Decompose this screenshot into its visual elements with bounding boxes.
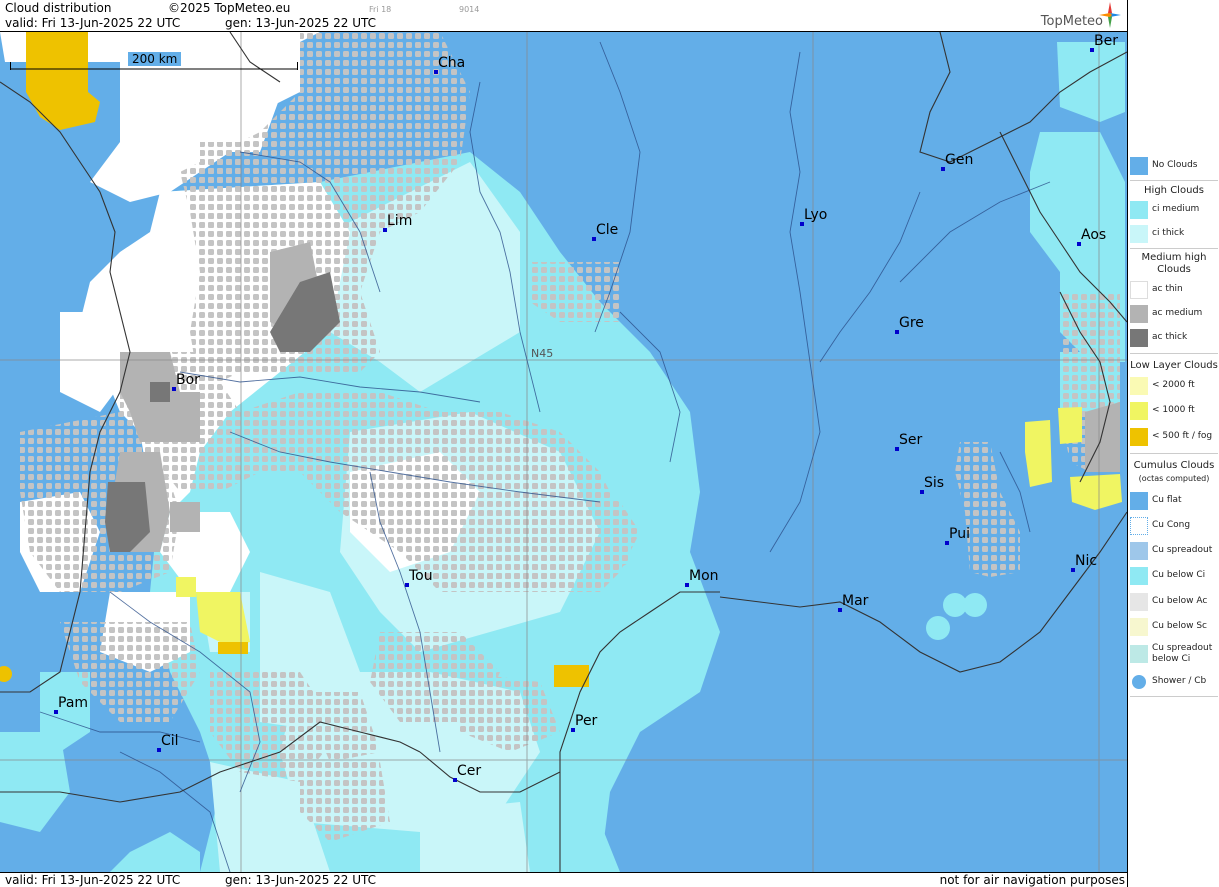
map-header: Cloud distribution ©2025 TopMeteo.eu Fri… — [0, 0, 1127, 32]
latitude-label: N45 — [531, 347, 554, 360]
scale-bar: 200 km — [10, 52, 298, 70]
ci-medium-swatch — [1130, 201, 1148, 219]
legend-shower: Shower / Cb — [1128, 671, 1219, 693]
city-label: Cer — [457, 763, 482, 779]
low-2000-swatch — [1130, 377, 1148, 395]
footer-valid-time: valid: Fri 13-Jun-2025 22 UTC — [5, 873, 181, 887]
legend-cu-spreadout: Cu spreadout — [1128, 540, 1219, 562]
city-label: Cil — [161, 733, 179, 749]
city-label: Cha — [438, 55, 466, 71]
legend-cu-cong: Cu Cong — [1128, 515, 1219, 537]
legend-high-title: High Clouds — [1144, 185, 1204, 196]
no-clouds-swatch — [1130, 157, 1148, 175]
map-title: Cloud distribution — [5, 1, 112, 15]
legend-low-500: < 500 ft / fog — [1128, 426, 1219, 448]
legend-cu-flat: Cu flat — [1128, 490, 1219, 512]
legend-label: < 2000 ft — [1152, 380, 1195, 390]
city-label: Tou — [409, 568, 433, 584]
legend-label: Cu below Sc — [1152, 621, 1207, 631]
legend-label: ac thick — [1152, 332, 1188, 342]
city-label: Mon — [689, 568, 719, 584]
city-label: Pam — [58, 695, 89, 711]
legend-label: ac thin — [1152, 284, 1183, 294]
low-500-swatch — [1130, 428, 1148, 446]
city-label: Lyo — [804, 207, 828, 223]
city-label: Mar — [842, 593, 869, 609]
city-label: Nic — [1075, 553, 1098, 569]
shower-swatch — [1130, 673, 1148, 691]
legend-low-title: Low Layer Clouds — [1130, 360, 1218, 371]
cu-below-ac-swatch — [1130, 593, 1148, 611]
run-code: 9014 — [459, 5, 480, 14]
legend-divider — [1130, 696, 1218, 697]
legend-label: Cu spreadout — [1152, 545, 1213, 555]
city-label: Per — [575, 713, 598, 729]
cu-below-sc-swatch — [1130, 618, 1148, 636]
legend-ac-thin: ac thin — [1128, 279, 1219, 301]
ac-thin-swatch — [1130, 281, 1148, 299]
city-label: Ser — [899, 432, 923, 448]
legend-ac-medium: ac medium — [1128, 303, 1219, 325]
legend-label: Shower / Cb — [1152, 676, 1207, 686]
legend-low-1000: < 1000 ft — [1128, 400, 1219, 422]
footer-generation-time: gen: 13-Jun-2025 22 UTC — [225, 873, 377, 887]
legend-label: No Clouds — [1152, 160, 1198, 170]
legend-no-clouds: No Clouds — [1128, 155, 1219, 177]
ac-medium-swatch — [1130, 305, 1148, 323]
legend-label: ci medium — [1152, 204, 1200, 214]
scale-bar-label: 200 km — [128, 52, 182, 66]
valid-time: valid: Fri 13-Jun-2025 22 UTC — [5, 16, 181, 30]
city-label: Sis — [924, 475, 945, 491]
brand-name: TopMeteo — [1040, 14, 1103, 29]
legend-panel: No Clouds High Clouds ci medium ci thick… — [1127, 0, 1219, 887]
legend-cu-subtitle: (octas computed) — [1138, 474, 1210, 483]
legend-label: Cu flat — [1152, 495, 1182, 505]
ci-thick-swatch — [1130, 225, 1148, 243]
city-label: Ber — [1094, 33, 1118, 49]
legend-divider — [1130, 453, 1218, 454]
legend-low-2000: < 2000 ft — [1128, 375, 1219, 397]
legend-cu-below-ci: Cu below Ci — [1128, 565, 1219, 587]
legend-label: ac medium — [1152, 308, 1203, 318]
generation-time: gen: 13-Jun-2025 22 UTC — [225, 16, 377, 30]
legend-label: Cu Cong — [1152, 520, 1191, 530]
legend-label: Cu below Ci — [1152, 570, 1206, 580]
legend-ci-medium: ci medium — [1128, 199, 1219, 221]
disclaimer: not for air navigation purposes — [939, 873, 1125, 887]
city-label: Cle — [596, 222, 619, 238]
map-footer: valid: Fri 13-Jun-2025 22 UTC gen: 13-Ju… — [0, 872, 1127, 887]
legend-divider — [1130, 180, 1218, 181]
cloud-map[interactable]: 200 km N45 Ber Cha Gen Lim Lyo Cle Aos G… — [0, 32, 1127, 872]
legend-ac-thick: ac thick — [1128, 327, 1219, 349]
legend-divider — [1130, 353, 1218, 354]
cu-spread-below-ci-swatch — [1130, 645, 1148, 663]
legend-cu-title: Cumulus Clouds — [1133, 460, 1215, 471]
legend-label: < 500 ft / fog — [1152, 431, 1213, 441]
cu-cong-swatch — [1130, 517, 1148, 535]
cu-spreadout-swatch — [1130, 542, 1148, 560]
low-1000-swatch — [1130, 402, 1148, 420]
legend-label: Cu below Ac — [1152, 596, 1208, 606]
legend-label: < 1000 ft — [1152, 405, 1195, 415]
copyright: ©2025 TopMeteo.eu — [168, 1, 291, 15]
legend-cu-below-ac: Cu below Ac — [1128, 591, 1219, 613]
compass-logo-icon — [1099, 2, 1121, 28]
legend-medium-title: Medium high Clouds — [1141, 252, 1207, 275]
ac-thick-swatch — [1130, 329, 1148, 347]
city-label: Gre — [899, 315, 924, 331]
legend-ci-thick: ci thick — [1128, 223, 1219, 245]
city-label: Bor — [176, 372, 200, 388]
city-label: Aos — [1081, 227, 1107, 243]
legend-label: ci thick — [1152, 228, 1185, 238]
city-label: Pui — [949, 526, 970, 542]
cu-below-ci-swatch — [1130, 567, 1148, 585]
day-code: Fri 18 — [369, 5, 392, 14]
legend-cu-spread-below-ci: Cu spreadout below Ci — [1128, 643, 1219, 669]
legend-label: Cu spreadout below Ci — [1152, 643, 1213, 664]
city-label: Gen — [945, 152, 974, 168]
city-label: Lim — [387, 213, 413, 229]
legend-cu-below-sc: Cu below Sc — [1128, 616, 1219, 638]
legend-divider — [1130, 248, 1218, 249]
cu-flat-swatch — [1130, 492, 1148, 510]
